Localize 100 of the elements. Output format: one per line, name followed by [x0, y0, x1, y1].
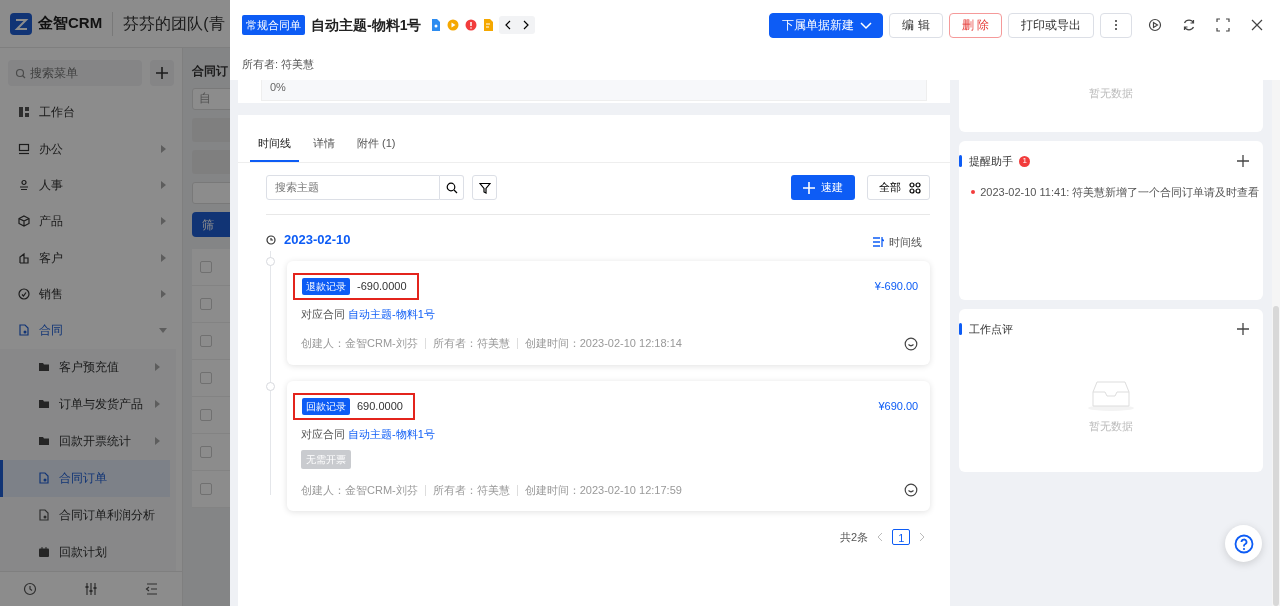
fullscreen-icon: [1216, 18, 1230, 32]
topic-search-field[interactable]: 搜索主题: [266, 175, 440, 200]
filter-button[interactable]: [472, 175, 497, 200]
submenu-item[interactable]: 订单与发货产品: [0, 385, 176, 423]
header-button[interactable]: 删 除: [948, 12, 1002, 38]
add-button[interactable]: [1237, 155, 1250, 168]
contract-link[interactable]: 自动主题-物料1号: [348, 308, 435, 320]
row-checkbox[interactable]: [200, 372, 212, 384]
record-amount: 690.0000: [357, 398, 403, 414]
page-title: 合同订: [192, 63, 228, 80]
header-button[interactable]: 打印或导出: [1008, 12, 1094, 38]
quick-create-button[interactable]: 速建: [791, 175, 856, 200]
record-meta: 创建人：金智CRM-刘芬: [301, 484, 419, 496]
check-circle-icon: [18, 288, 30, 301]
tab[interactable]: 附件 (1): [349, 134, 404, 162]
alert-icon[interactable]: [465, 19, 478, 31]
history-icon[interactable]: [23, 581, 38, 596]
play-icon: [1148, 18, 1162, 32]
note-icon[interactable]: [483, 19, 494, 31]
timeline-date: 2023-02-10: [284, 231, 351, 250]
menu-item[interactable]: 办公: [0, 130, 182, 167]
submenu-item[interactable]: 客户预充值: [0, 348, 176, 386]
record-type-tag: 回款记录: [302, 397, 350, 415]
search-button[interactable]: [440, 175, 464, 200]
row-checkbox[interactable]: [200, 483, 212, 495]
record-total: ¥-690.00: [874, 279, 919, 295]
tab[interactable]: 详情: [305, 134, 343, 162]
document-icon: [18, 324, 30, 337]
submenu-item[interactable]: 合同订单利润分析: [0, 496, 176, 534]
owner-text: 所有者: 符美慧: [242, 57, 316, 72]
menu-item[interactable]: 产品: [0, 203, 182, 240]
menu-item[interactable]: 人事: [0, 166, 182, 204]
comment-icon[interactable]: [904, 336, 919, 351]
empty-text: 暂无数据: [1089, 418, 1134, 434]
record-meta: 创建时间：2023-02-10 12:17:59: [516, 484, 689, 496]
contract-link[interactable]: 自动主题-物料1号: [348, 427, 435, 440]
caret-right-icon: [152, 436, 162, 447]
caret-right-icon: [158, 143, 168, 154]
folder-icon: [38, 398, 50, 411]
scrollbar[interactable]: [1272, 80, 1280, 606]
sliders-icon[interactable]: [84, 581, 98, 596]
progress-text: 0%: [261, 80, 928, 101]
page-button[interactable]: 1: [892, 529, 911, 546]
section-title: 工作点评: [969, 322, 1014, 337]
caret-right-icon: [158, 252, 168, 263]
caret-right-icon: [152, 399, 162, 410]
more-icon: [1114, 19, 1118, 31]
contract-label: 对应合同: [301, 427, 345, 440]
record-amount: -690.0000: [357, 279, 407, 295]
folder-icon: [38, 435, 50, 448]
row-checkbox[interactable]: [200, 446, 212, 458]
chevron-right-icon: [918, 532, 927, 543]
header-button[interactable]: 编 辑: [889, 12, 943, 38]
document-icon: [38, 472, 50, 485]
record-meta: 创建人：金智CRM-刘芬: [301, 338, 419, 349]
search-icon: [15, 68, 26, 79]
chevron-left-icon: [876, 532, 885, 543]
caret-right-icon: [158, 179, 168, 190]
row-checkbox[interactable]: [200, 261, 212, 273]
scope-button[interactable]: 全部: [867, 175, 931, 200]
submenu-item[interactable]: 回款计划: [0, 533, 176, 571]
timeline-view-button[interactable]: 时间线: [872, 233, 931, 251]
collapse-menu-icon[interactable]: [144, 581, 159, 596]
menu-search-field[interactable]: 搜索菜单: [8, 60, 142, 86]
close-icon: [1250, 18, 1264, 32]
timeline-dot: [266, 382, 275, 391]
header-button[interactable]: 下属单据新建: [769, 12, 884, 38]
count-badge: 1: [1019, 155, 1031, 167]
menu-item[interactable]: 工作台: [0, 94, 182, 131]
record-meta: 所有者：符美慧: [424, 484, 517, 496]
submenu-item[interactable]: 回款开票统计: [0, 422, 176, 460]
cube-icon: [18, 215, 30, 228]
record-meta: 所有者：符美慧: [424, 338, 517, 349]
document-icon: [38, 509, 50, 522]
add-button[interactable]: [150, 60, 174, 86]
menu-item[interactable]: 客户: [0, 239, 182, 276]
building-icon: [18, 251, 30, 264]
section-marker: [959, 323, 963, 336]
search-icon: [445, 181, 458, 194]
plus-icon: [1237, 155, 1250, 168]
row-checkbox[interactable]: [200, 409, 212, 421]
plus-icon: [803, 181, 816, 194]
record-title: 自动主题-物料1号: [311, 15, 422, 35]
clock-icon: [266, 235, 276, 245]
file-icon[interactable]: [431, 19, 442, 31]
menu-item[interactable]: 销售: [0, 275, 182, 313]
reminder-text: 2023-02-10 11:41: 符美慧新增了一个合同订单请及时查看: [980, 184, 1260, 200]
row-checkbox[interactable]: [200, 298, 212, 310]
menu-item[interactable]: 合同: [0, 312, 182, 349]
submenu-item[interactable]: 合同订单: [0, 459, 170, 497]
add-button[interactable]: [1237, 323, 1250, 336]
bullet-dot: [971, 189, 976, 194]
calendar-icon: [38, 546, 50, 559]
tab[interactable]: 时间线: [250, 134, 299, 162]
team-name: 芬芬的团队(青: [112, 11, 225, 36]
help-button[interactable]: [1225, 525, 1262, 562]
comment-icon[interactable]: [904, 483, 919, 497]
row-checkbox[interactable]: [200, 335, 212, 347]
play-circle-icon[interactable]: [447, 19, 460, 31]
empty-text: 暂无数据: [1088, 86, 1135, 101]
